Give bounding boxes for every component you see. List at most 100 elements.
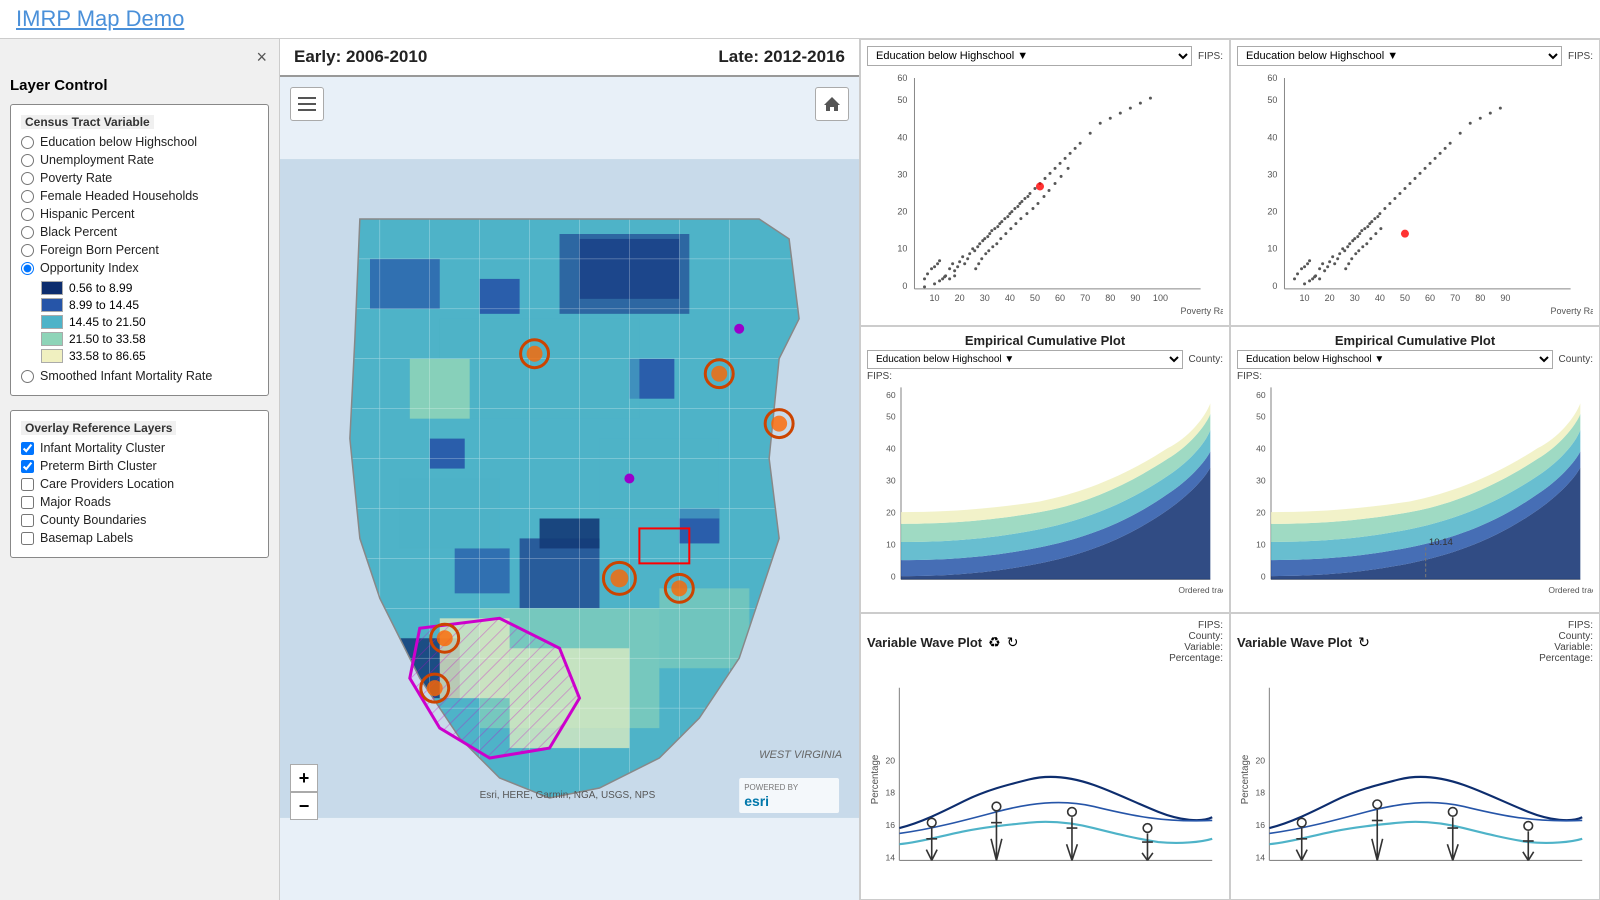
wave2-header: Variable Wave Plot ↻ FIPS: County: Varia… <box>1237 620 1593 664</box>
svg-text:Percentage: Percentage <box>870 755 881 805</box>
census-radio-7[interactable] <box>21 262 34 275</box>
svg-text:20: 20 <box>1255 755 1265 765</box>
svg-text:14: 14 <box>885 852 895 862</box>
ecdf1-body: 0 10 20 30 40 50 60 Ordered tracts <box>867 382 1223 606</box>
census-option-7[interactable]: Opportunity Index <box>21 261 258 275</box>
wave1-svg: Percentage 14 16 18 20 <box>867 666 1223 893</box>
ohio-map-svg[interactable]: WEST VIRGINIA KENTUCKY Esri, HERE, Garmi… <box>280 77 859 900</box>
wave1-title: Variable Wave Plot <box>867 635 982 650</box>
scatter2-top: Education below Highschool ▼ FIPS: <box>1237 46 1593 66</box>
wave2-title: Variable Wave Plot <box>1237 635 1352 650</box>
overlay-option-5[interactable]: Basemap Labels <box>21 531 258 545</box>
wave1-refresh-icon[interactable]: ↻ <box>1007 634 1019 651</box>
overlay-option-2[interactable]: Care Providers Location <box>21 477 258 491</box>
svg-text:50: 50 <box>1030 293 1040 303</box>
legend-item-3: 21.50 to 33.58 <box>41 332 258 346</box>
overlay-check-2[interactable] <box>21 478 34 491</box>
svg-text:0: 0 <box>1272 281 1277 291</box>
home-button[interactable] <box>815 87 849 121</box>
svg-text:Ordered tracts: Ordered tracts <box>1548 585 1593 595</box>
census-option-1[interactable]: Unemployment Rate <box>21 153 258 167</box>
svg-text:40: 40 <box>1256 443 1266 453</box>
legend-swatch-0 <box>41 281 63 295</box>
zoom-out-button[interactable]: − <box>290 792 318 820</box>
wave2-refresh-icon[interactable]: ↻ <box>1358 634 1370 651</box>
census-radio-2[interactable] <box>21 172 34 185</box>
legend-label-1: 8.99 to 14.45 <box>69 298 139 312</box>
overlay-check-5[interactable] <box>21 532 34 545</box>
census-radio-6[interactable] <box>21 244 34 257</box>
wave1-county: County: <box>1169 631 1223 642</box>
scatter2-svg: 0 10 20 30 40 50 60 10 20 30 40 50 60 70… <box>1237 68 1593 319</box>
scatter2-fips: FIPS: <box>1568 51 1593 62</box>
ecdf2-title: Empirical Cumulative Plot <box>1237 333 1593 348</box>
wave1-recycle-icon[interactable]: ♻ <box>988 634 1001 651</box>
svg-text:80: 80 <box>1105 293 1115 303</box>
svg-text:20: 20 <box>1325 293 1335 303</box>
overlay-option-3[interactable]: Major Roads <box>21 495 258 509</box>
census-radio-1[interactable] <box>21 154 34 167</box>
map-container[interactable]: WEST VIRGINIA KENTUCKY Esri, HERE, Garmi… <box>280 77 859 900</box>
overlay-option-4[interactable]: County Boundaries <box>21 513 258 527</box>
svg-text:10: 10 <box>886 539 896 549</box>
overlay-check-0[interactable] <box>21 442 34 455</box>
svg-text:20: 20 <box>886 507 896 517</box>
scatter2-body: 0 10 20 30 40 50 60 10 20 30 40 50 60 70… <box>1237 68 1593 319</box>
zoom-controls: + − <box>290 764 318 820</box>
svg-text:30: 30 <box>1267 169 1277 179</box>
early-period-label: Early: 2006-2010 <box>294 47 427 67</box>
ecdf1-fips: FIPS: <box>867 371 892 382</box>
census-radio-5[interactable] <box>21 226 34 239</box>
overlay-check-3[interactable] <box>21 496 34 509</box>
census-option-5[interactable]: Black Percent <box>21 225 258 239</box>
svg-text:POWERED BY: POWERED BY <box>744 783 799 792</box>
ecdf2-dropdown[interactable]: Education below Highschool ▼ <box>1237 350 1553 369</box>
zoom-in-button[interactable]: + <box>290 764 318 792</box>
svg-text:30: 30 <box>1256 475 1266 485</box>
menu-button[interactable] <box>290 87 324 121</box>
scatter2-dropdown[interactable]: Education below Highschool ▼ <box>1237 46 1562 66</box>
scatter-panel-1: Education below Highschool ▼ FIPS: 0 10 … <box>860 39 1230 326</box>
census-option-2[interactable]: Poverty Rate <box>21 171 258 185</box>
ecdf1-county: County: <box>1189 354 1223 365</box>
legend-label-3: 21.50 to 33.58 <box>69 332 146 346</box>
census-radio-0[interactable] <box>21 136 34 149</box>
svg-text:70: 70 <box>1080 293 1090 303</box>
census-radio-4[interactable] <box>21 208 34 221</box>
legend-swatch-4 <box>41 349 63 363</box>
svg-text:10: 10 <box>1300 293 1310 303</box>
svg-text:10.14: 10.14 <box>1429 537 1454 548</box>
ecdf1-dropdown[interactable]: Education below Highschool ▼ <box>867 350 1183 369</box>
svg-text:40: 40 <box>1375 293 1385 303</box>
wave2-body: Percentage 14 16 18 20 <box>1237 666 1593 893</box>
svg-text:16: 16 <box>1255 820 1265 830</box>
wave2-variable: Variable: <box>1539 642 1593 653</box>
overlay-option-1[interactable]: Preterm Birth Cluster <box>21 459 258 473</box>
overlay-check-4[interactable] <box>21 514 34 527</box>
map-header: Early: 2006-2010 Late: 2012-2016 <box>280 39 859 77</box>
map-area: Early: 2006-2010 Late: 2012-2016 <box>280 39 860 900</box>
legend-item-4: 33.58 to 86.65 <box>41 349 258 363</box>
svg-text:10: 10 <box>930 293 940 303</box>
ecdf-panel-1: Empirical Cumulative Plot Education belo… <box>860 326 1230 613</box>
close-button[interactable]: × <box>256 47 267 68</box>
scatter1-dropdown[interactable]: Education below Highschool ▼ <box>867 46 1192 66</box>
census-layer-box: Census Tract Variable Education below Hi… <box>10 104 269 396</box>
overlay-layer-box: Overlay Reference Layers Infant Mortalit… <box>10 410 269 558</box>
census-radio-8[interactable] <box>21 370 34 383</box>
app-title[interactable]: IMRP Map Demo <box>16 6 1584 32</box>
census-option-6[interactable]: Foreign Born Percent <box>21 243 258 257</box>
census-option-3[interactable]: Female Headed Households <box>21 189 258 203</box>
svg-text:40: 40 <box>1267 132 1277 142</box>
census-option-4[interactable]: Hispanic Percent <box>21 207 258 221</box>
ecdf2-fips: FIPS: <box>1237 371 1262 382</box>
map-toolbar <box>290 87 324 121</box>
census-option-0[interactable]: Education below Highschool <box>21 135 258 149</box>
panel-title: Layer Control <box>10 77 269 94</box>
scatter-panel-2: Education below Highschool ▼ FIPS: 0 10 … <box>1230 39 1600 326</box>
census-radio-3[interactable] <box>21 190 34 203</box>
overlay-label-0: Infant Mortality Cluster <box>40 441 165 455</box>
overlay-check-1[interactable] <box>21 460 34 473</box>
overlay-option-0[interactable]: Infant Mortality Cluster <box>21 441 258 455</box>
census-option-8[interactable]: Smoothed Infant Mortality Rate <box>21 369 258 383</box>
